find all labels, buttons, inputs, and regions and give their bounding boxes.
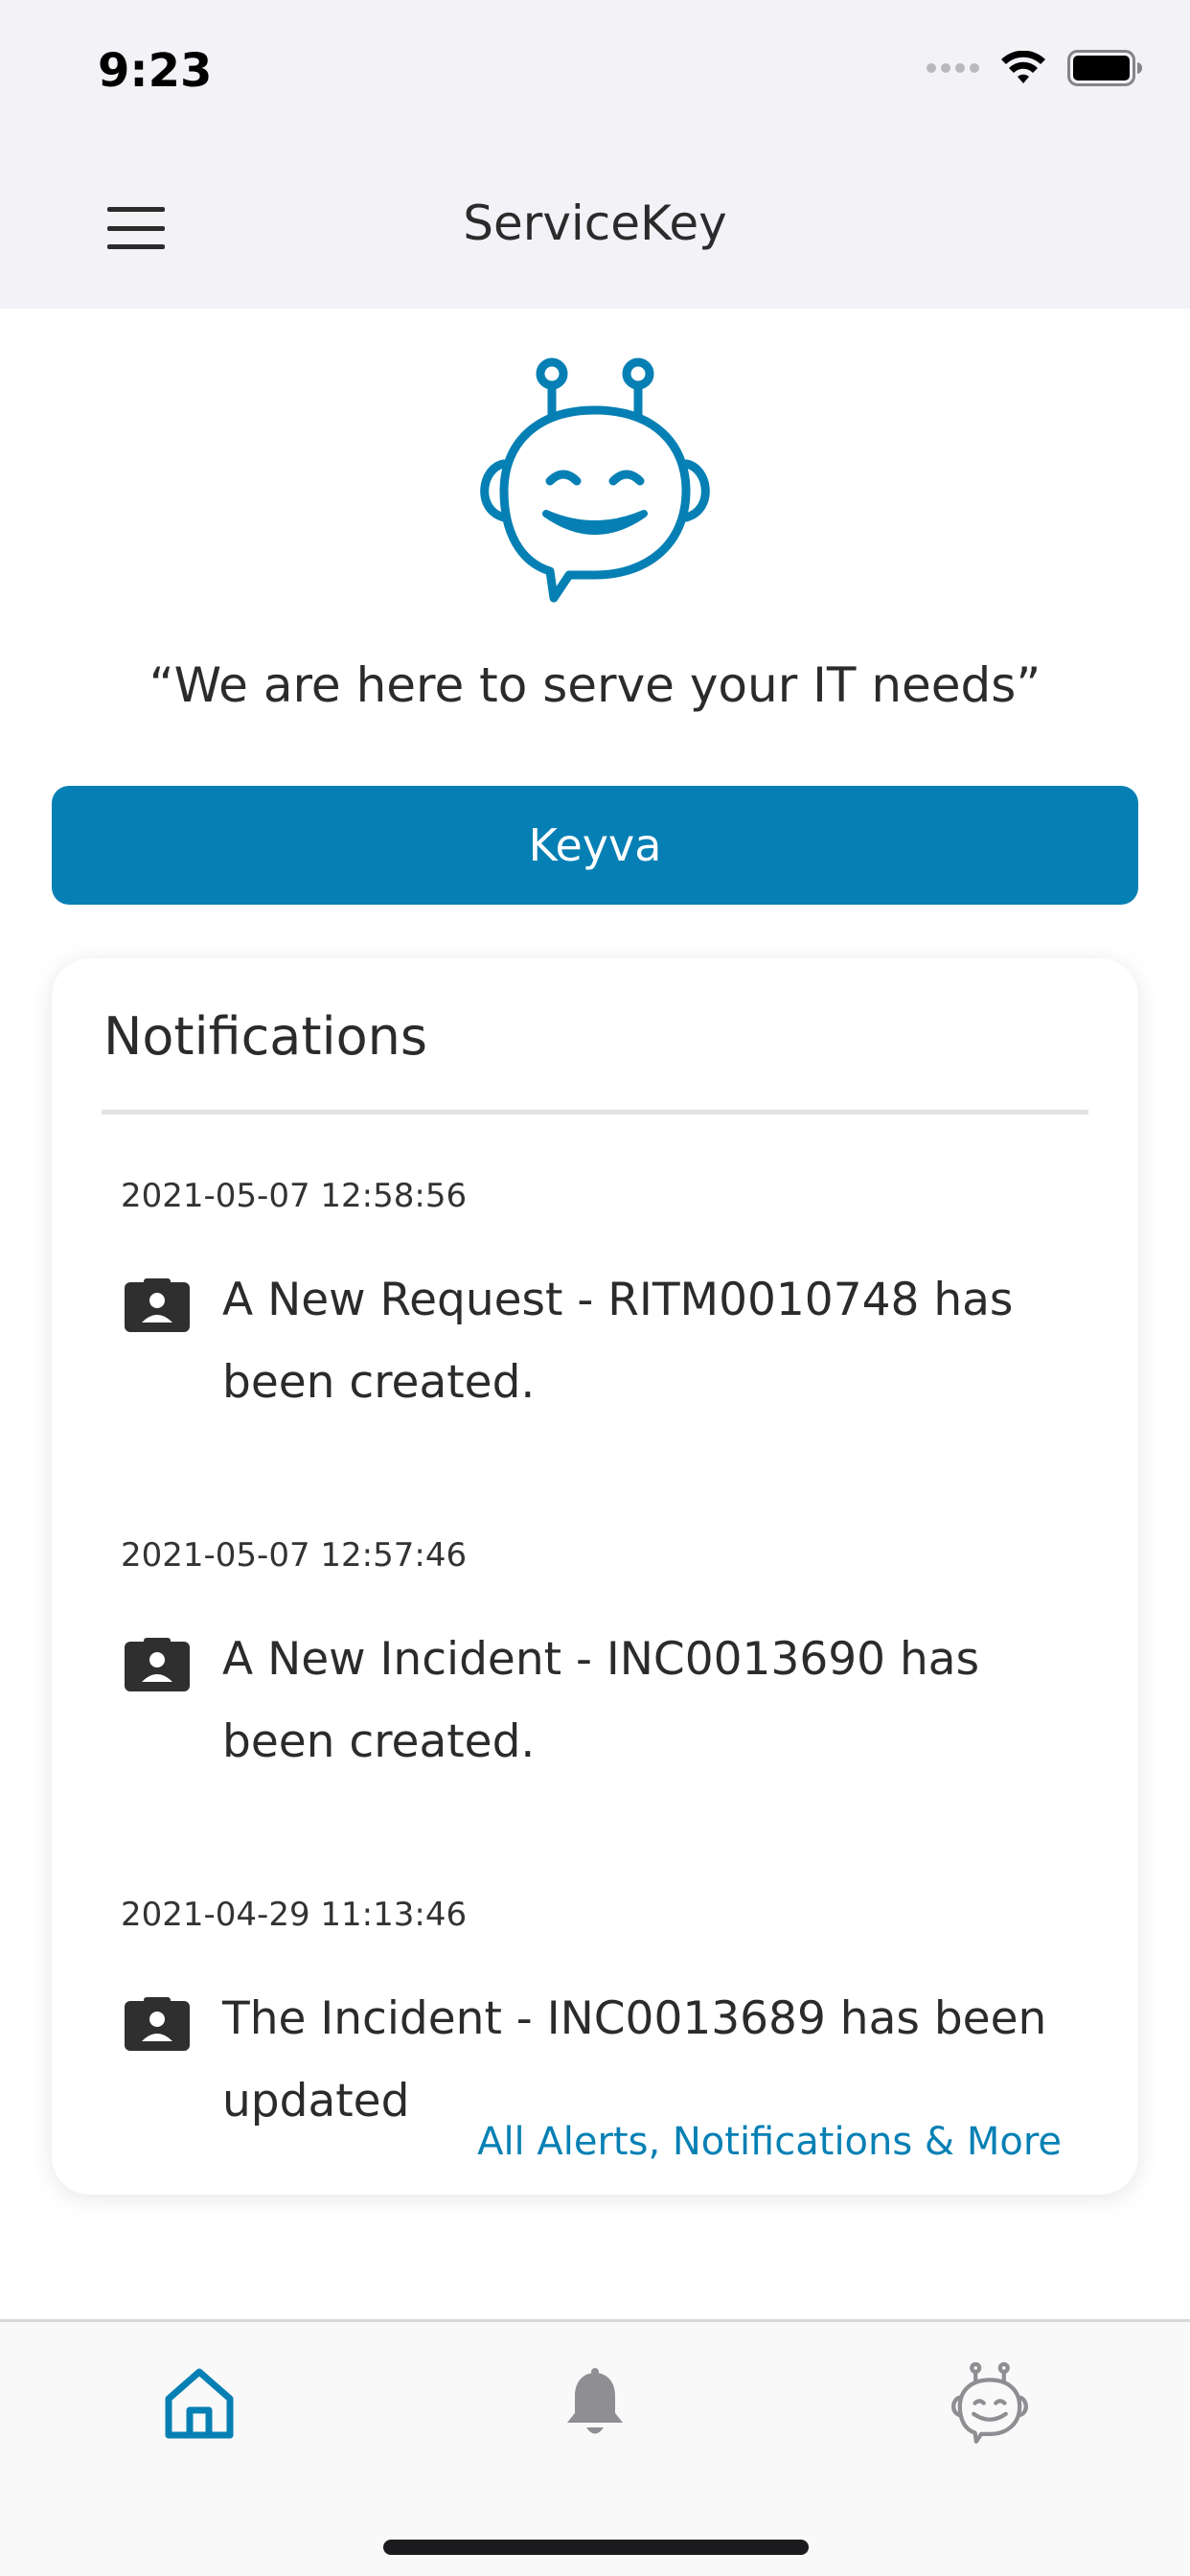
notification-message: The Incident - INC0013689 has been updat…	[222, 1992, 1047, 2128]
wifi-icon	[1001, 51, 1045, 83]
tab-home[interactable]	[142, 2351, 257, 2456]
divider	[102, 1110, 1088, 1115]
cellular-signal-icon	[927, 63, 979, 73]
tab-bar	[0, 2319, 1190, 2576]
main-content: “We are here to serve your IT needs” Key…	[0, 309, 1190, 2319]
bell-icon	[567, 2368, 623, 2434]
status-bar: 9:23	[0, 0, 1190, 144]
keyva-button[interactable]: Keyva	[52, 786, 1138, 905]
notification-item[interactable]: 2021-04-29 11:13:46 The Incident - INC00…	[121, 1896, 1079, 2143]
status-time: 9:23	[98, 44, 213, 98]
notification-timestamp: 2021-04-29 11:13:46	[121, 1896, 468, 1934]
navigation-bar: ServiceKey	[0, 144, 1190, 309]
tab-notifications[interactable]	[538, 2351, 652, 2456]
notification-timestamp: 2021-05-07 12:57:46	[121, 1536, 468, 1575]
status-icons	[927, 50, 1144, 86]
robot-logo-icon	[480, 357, 710, 603]
contact-card-icon	[125, 1638, 190, 1691]
tab-keyva[interactable]	[932, 2351, 1047, 2456]
notifications-card: Notifications 2021-05-07 12:58:56 A New …	[52, 958, 1138, 2195]
notification-item[interactable]: 2021-05-07 12:58:56 A New Request - RITM…	[121, 1177, 1079, 1424]
app-screen: 9:23 ServiceKey “We are here to serve yo…	[0, 0, 1190, 2576]
contact-card-icon	[125, 1278, 190, 1332]
home-icon	[165, 2368, 234, 2439]
notification-message: A New Incident - INC0013690 has been cre…	[222, 1633, 980, 1768]
all-alerts-link[interactable]: All Alerts, Notifications & More	[477, 2120, 1062, 2164]
tagline: “We are here to serve your IT needs”	[149, 657, 1041, 713]
battery-icon	[1067, 50, 1142, 86]
robot-icon	[951, 2362, 1028, 2444]
notification-timestamp: 2021-05-07 12:58:56	[121, 1177, 468, 1215]
page-title: ServiceKey	[463, 196, 727, 251]
home-indicator	[383, 2540, 809, 2555]
contact-card-icon	[125, 1997, 190, 2051]
notifications-title: Notifications	[103, 1006, 427, 1067]
notification-item[interactable]: 2021-05-07 12:57:46 A New Incident - INC…	[121, 1536, 1079, 1783]
notification-message: A New Request - RITM0010748 has been cre…	[222, 1274, 1014, 1409]
